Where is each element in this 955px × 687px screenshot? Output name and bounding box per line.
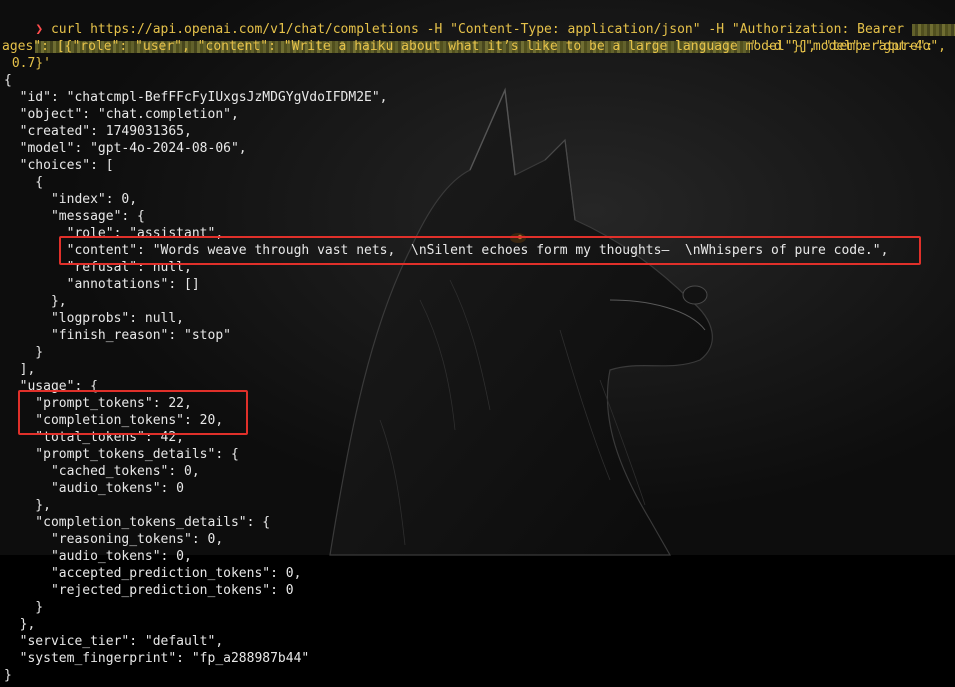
content-highlight-box xyxy=(59,236,921,265)
response-line: "object": "chat.completion", xyxy=(4,107,239,122)
response-line: }, xyxy=(4,498,51,513)
response-line: { xyxy=(4,175,44,190)
response-line: "system_fingerprint": "fp_a288987b44" xyxy=(4,651,310,666)
response-line: "audio_tokens": 0 xyxy=(4,481,185,496)
response-line: { xyxy=(4,73,12,88)
command-line-3[interactable]: ages": [{"role": "user", "content": "Wri… xyxy=(2,38,933,55)
response-line: }, xyxy=(4,617,36,632)
response-line: "message": { xyxy=(4,209,145,224)
response-line: "accepted_prediction_tokens": 0, xyxy=(4,566,302,581)
token-usage-highlight-box xyxy=(18,390,248,435)
response-line: "cached_tokens": 0, xyxy=(4,464,200,479)
response-line: "created": 1749031365, xyxy=(4,124,192,139)
command-line-2[interactable]: " -d '{"model": "gpt-4o", "mess xyxy=(4,21,955,54)
response-line: "finish_reason": "stop" xyxy=(4,328,231,343)
response-line: "completion_tokens_details": { xyxy=(4,515,271,530)
response-line: ], xyxy=(4,362,36,377)
response-line: "annotations": [] xyxy=(4,277,200,292)
response-line: } xyxy=(4,668,12,683)
response-line: "prompt_tokens_details": { xyxy=(4,447,239,462)
response-line: } xyxy=(4,600,44,615)
response-line: "index": 0, xyxy=(4,192,138,207)
command-line-1[interactable]: ❯ curl https://api.openai.com/v1/chat/co… xyxy=(4,4,955,37)
response-line: "logprobs": null, xyxy=(4,311,185,326)
response-line: "rejected_prediction_tokens": 0 xyxy=(4,583,294,598)
response-line: "audio_tokens": 0, xyxy=(4,549,192,564)
response-line: "model": "gpt-4o-2024-08-06", xyxy=(4,141,247,156)
response-line: "choices": [ xyxy=(4,158,114,173)
response-line: }, xyxy=(4,294,67,309)
response-line: "service_tier": "default", xyxy=(4,634,224,649)
terminal-window[interactable]: ❯ curl https://api.openai.com/v1/chat/co… xyxy=(0,0,955,687)
response-line: } xyxy=(4,345,44,360)
response-line: "reasoning_tokens": 0, xyxy=(4,532,224,547)
command-line-4[interactable]: 0.7}' xyxy=(4,55,51,72)
response-line: "id": "chatcmpl-BefFFcFyIUxgsJzMDGYgVdoI… xyxy=(4,90,388,105)
